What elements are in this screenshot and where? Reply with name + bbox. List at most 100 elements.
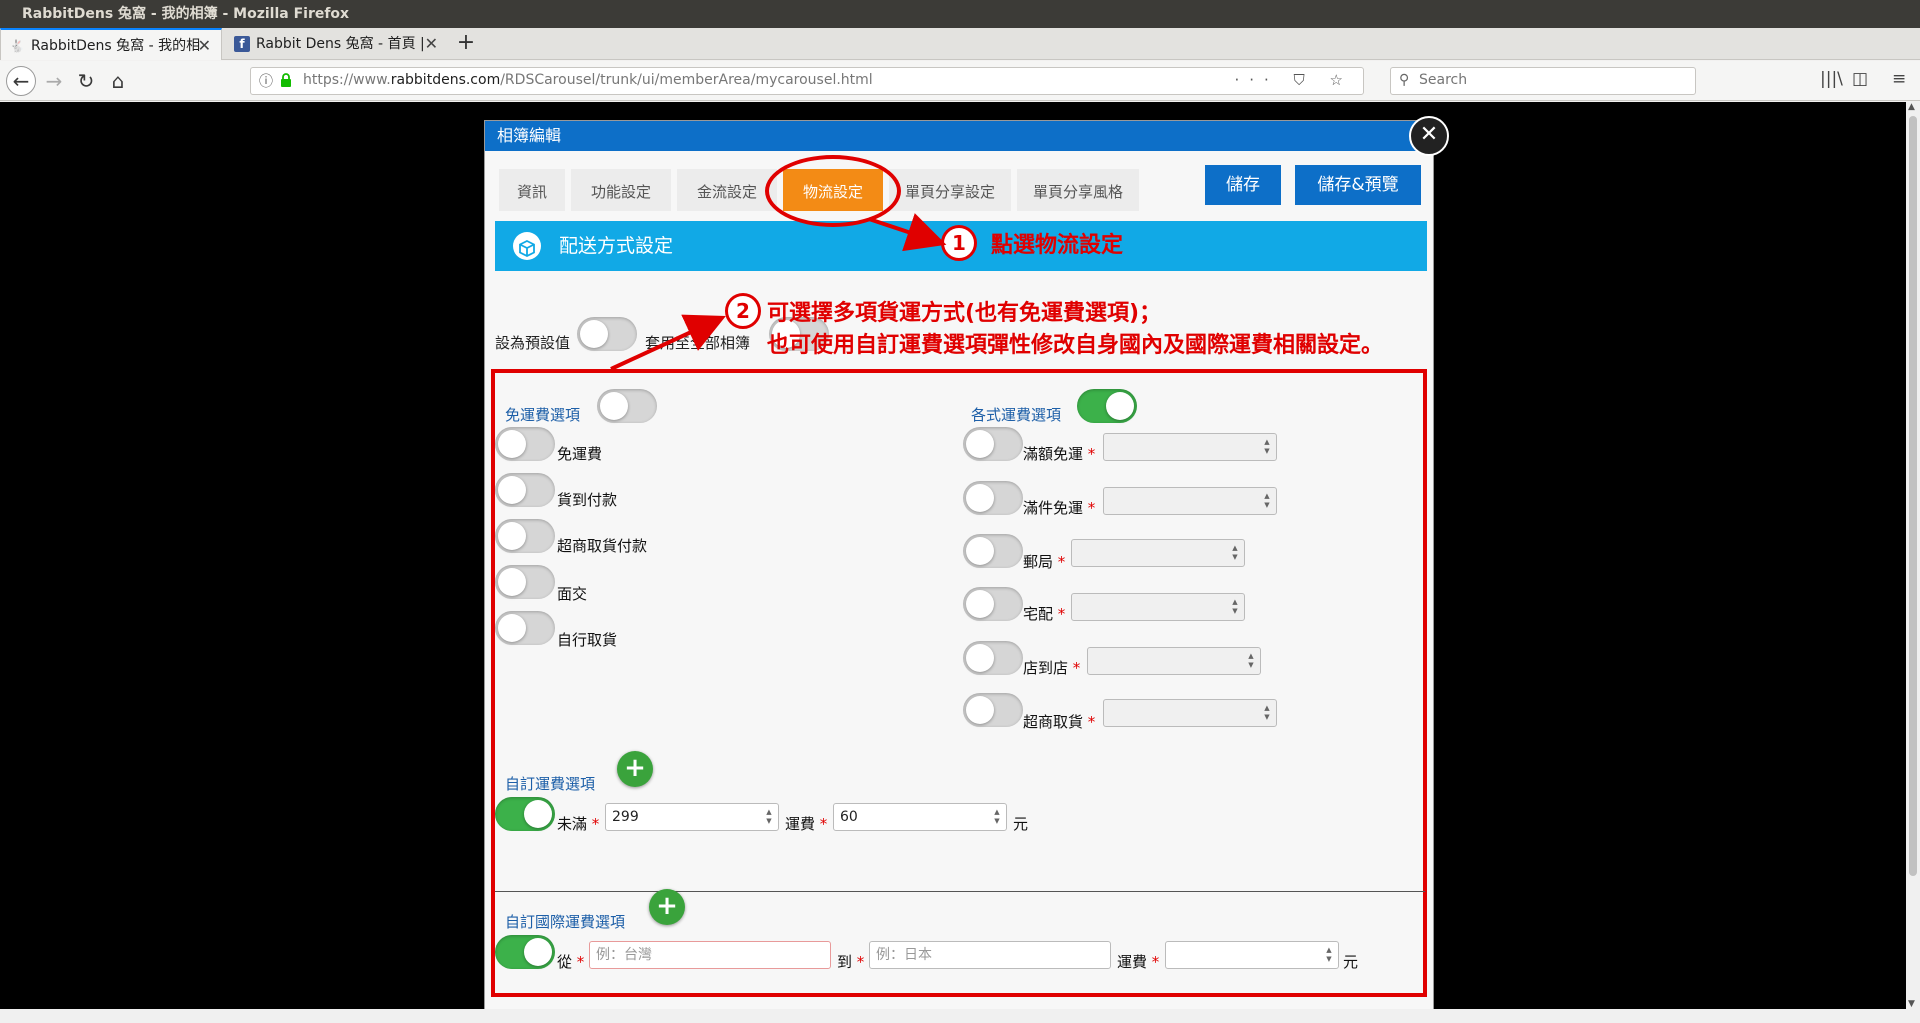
- reload-button[interactable]: ↻: [72, 67, 100, 95]
- intl-currency-unit: 元: [1343, 953, 1359, 971]
- option-post-office: 郵局 *: [1023, 553, 1066, 571]
- fee-amount-input[interactable]: 60 ▲ ▼: [833, 803, 1007, 831]
- free-shipping-option-toggle[interactable]: [495, 427, 555, 461]
- set-default-toggle[interactable]: [577, 317, 637, 351]
- from-country-input[interactable]: 例：台灣: [589, 941, 831, 969]
- tab-mycarousel[interactable]: 🐇 RabbitDens 兔窩 - 我的相 ✕: [0, 28, 222, 60]
- free-shipping-label: 免運費選項: [505, 406, 581, 424]
- annotation-step-2: 2: [725, 293, 761, 329]
- annotation-highlight-circle: [765, 155, 901, 227]
- modal-title: 相簿編輯: [485, 121, 1433, 151]
- custom-shipping-label: 自訂運費選項: [505, 775, 596, 793]
- custom-intl-shipping-label: 自訂國際運費選項: [505, 913, 626, 931]
- vertical-scrollbar[interactable]: ▲ ▼: [1906, 102, 1920, 1009]
- store-to-store-input[interactable]: ▲ ▼: [1087, 647, 1261, 675]
- search-bar[interactable]: ⚲: [1390, 67, 1696, 95]
- to-label: 到 *: [837, 953, 865, 971]
- tab-page-share-style[interactable]: 單頁分享風格: [1017, 169, 1139, 211]
- search-input[interactable]: [1419, 72, 1679, 88]
- close-icon[interactable]: ✕: [425, 28, 438, 60]
- tab-info[interactable]: 資訊: [499, 169, 565, 211]
- close-icon[interactable]: ✕: [198, 30, 211, 60]
- cod-toggle[interactable]: [495, 473, 555, 507]
- option-face-to-face: 面交: [557, 585, 588, 603]
- shipping-options-toggle[interactable]: [1077, 389, 1137, 423]
- scrollbar-thumb[interactable]: [1909, 116, 1917, 876]
- spinner-icon[interactable]: ▲ ▼: [1230, 598, 1240, 616]
- full-count-free-toggle[interactable]: [963, 481, 1023, 515]
- home-button[interactable]: ⌂: [104, 67, 132, 95]
- tab-function-settings[interactable]: 功能設定: [571, 169, 671, 211]
- intl-fee-label: 運費 *: [1117, 953, 1160, 971]
- spinner-icon[interactable]: ▲ ▼: [1262, 492, 1272, 510]
- full-amount-free-toggle[interactable]: [963, 427, 1023, 461]
- spinner-icon[interactable]: ▲ ▼: [992, 808, 1002, 826]
- save-button[interactable]: 儲存: [1205, 165, 1281, 205]
- horizontal-scrollbar[interactable]: [0, 1009, 1920, 1023]
- spinner-icon[interactable]: ▲ ▼: [1324, 946, 1334, 964]
- modal-close-button[interactable]: ✕: [1409, 116, 1449, 156]
- rabbit-icon: 🐇: [9, 39, 25, 53]
- add-custom-shipping-button[interactable]: +: [617, 751, 653, 787]
- menu-icon[interactable]: ≡: [1892, 69, 1906, 89]
- under-amount-input[interactable]: 299 ▲ ▼: [605, 803, 779, 831]
- section-title: 配送方式設定: [559, 235, 674, 257]
- option-store-pickup-payment: 超商取貨付款: [557, 537, 648, 555]
- home-delivery-toggle[interactable]: [963, 587, 1023, 621]
- free-shipping-toggle[interactable]: [597, 389, 657, 423]
- convenience-store-toggle[interactable]: [963, 693, 1023, 727]
- store-pickup-payment-toggle[interactable]: [495, 519, 555, 553]
- save-preview-button[interactable]: 儲存&預覽: [1295, 165, 1421, 205]
- full-amount-input[interactable]: ▲ ▼: [1103, 433, 1277, 461]
- back-button[interactable]: ←: [6, 66, 36, 96]
- currency-unit: 元: [1013, 815, 1029, 833]
- post-office-input[interactable]: ▲ ▼: [1071, 539, 1245, 567]
- option-cod: 貨到付款: [557, 491, 618, 509]
- url-bar[interactable]: ⓘ https://www.rabbitdens.com/RDSCarousel…: [250, 67, 1364, 95]
- tab-label: Rabbit Dens 兔窩 - 首頁 |: [256, 36, 425, 52]
- add-intl-shipping-button[interactable]: +: [649, 889, 685, 925]
- annotation-step-1-text: 點選物流設定: [991, 233, 1124, 258]
- custom-shipping-toggle[interactable]: [495, 797, 555, 831]
- fee-label: 運費 *: [785, 815, 828, 833]
- search-icon: ⚲: [1399, 72, 1410, 88]
- option-home-delivery: 宅配 *: [1023, 605, 1066, 623]
- intl-fee-input[interactable]: ▲ ▼: [1165, 941, 1339, 969]
- tab-bar: 🐇 RabbitDens 兔窩 - 我的相 ✕ f Rabbit Dens 兔窩…: [0, 28, 1920, 60]
- store-to-store-toggle[interactable]: [963, 641, 1023, 675]
- from-label: 從 *: [557, 953, 585, 971]
- apply-all-label: 套用至全部相簿: [645, 334, 751, 352]
- spinner-icon[interactable]: ▲ ▼: [1262, 704, 1272, 722]
- sidebar-icon[interactable]: ◫: [1852, 69, 1868, 89]
- annotation-step-1: 1: [941, 225, 977, 261]
- spinner-icon[interactable]: ▲ ▼: [1262, 438, 1272, 456]
- option-convenience-store: 超商取貨 *: [1023, 713, 1096, 731]
- option-full-count-free: 滿件免運 *: [1023, 499, 1096, 517]
- intl-shipping-toggle[interactable]: [495, 935, 555, 969]
- annotation-step-2-line-2: 也可使用自訂運費選項彈性修改自身國內及國際運費相關設定。: [767, 333, 1384, 358]
- tab-facebook[interactable]: f Rabbit Dens 兔窩 - 首頁 | ✕: [226, 28, 448, 60]
- scroll-up-icon[interactable]: ▲: [1908, 102, 1915, 112]
- tab-payment-settings[interactable]: 金流設定: [677, 169, 777, 211]
- shipping-options-label: 各式運費選項: [971, 406, 1062, 424]
- forward-button[interactable]: →: [40, 67, 68, 95]
- page-actions-icon[interactable]: ··· ⛉ ☆: [1234, 71, 1353, 89]
- info-icon[interactable]: ⓘ: [259, 71, 273, 91]
- spinner-icon[interactable]: ▲ ▼: [1230, 544, 1240, 562]
- tab-page-share-settings[interactable]: 單頁分享設定: [889, 169, 1011, 211]
- spinner-icon[interactable]: ▲ ▼: [1246, 652, 1256, 670]
- annotation-box: [491, 369, 1427, 997]
- library-icon[interactable]: |||\: [1820, 69, 1843, 89]
- window-title: RabbitDens 兔窩 - 我的相簿 - Mozilla Firefox: [0, 0, 1920, 28]
- new-tab-button[interactable]: +: [452, 28, 480, 60]
- tab-label: RabbitDens 兔窩 - 我的相: [31, 38, 201, 54]
- spinner-icon[interactable]: ▲ ▼: [764, 808, 774, 826]
- face-to-face-toggle[interactable]: [495, 565, 555, 599]
- full-count-input[interactable]: ▲ ▼: [1103, 487, 1277, 515]
- self-pickup-toggle[interactable]: [495, 611, 555, 645]
- post-office-toggle[interactable]: [963, 534, 1023, 568]
- home-delivery-input[interactable]: ▲ ▼: [1071, 593, 1245, 621]
- to-country-input[interactable]: 例：日本: [869, 941, 1111, 969]
- convenience-store-input[interactable]: ▲ ▼: [1103, 699, 1277, 727]
- scroll-down-icon[interactable]: ▼: [1908, 999, 1915, 1009]
